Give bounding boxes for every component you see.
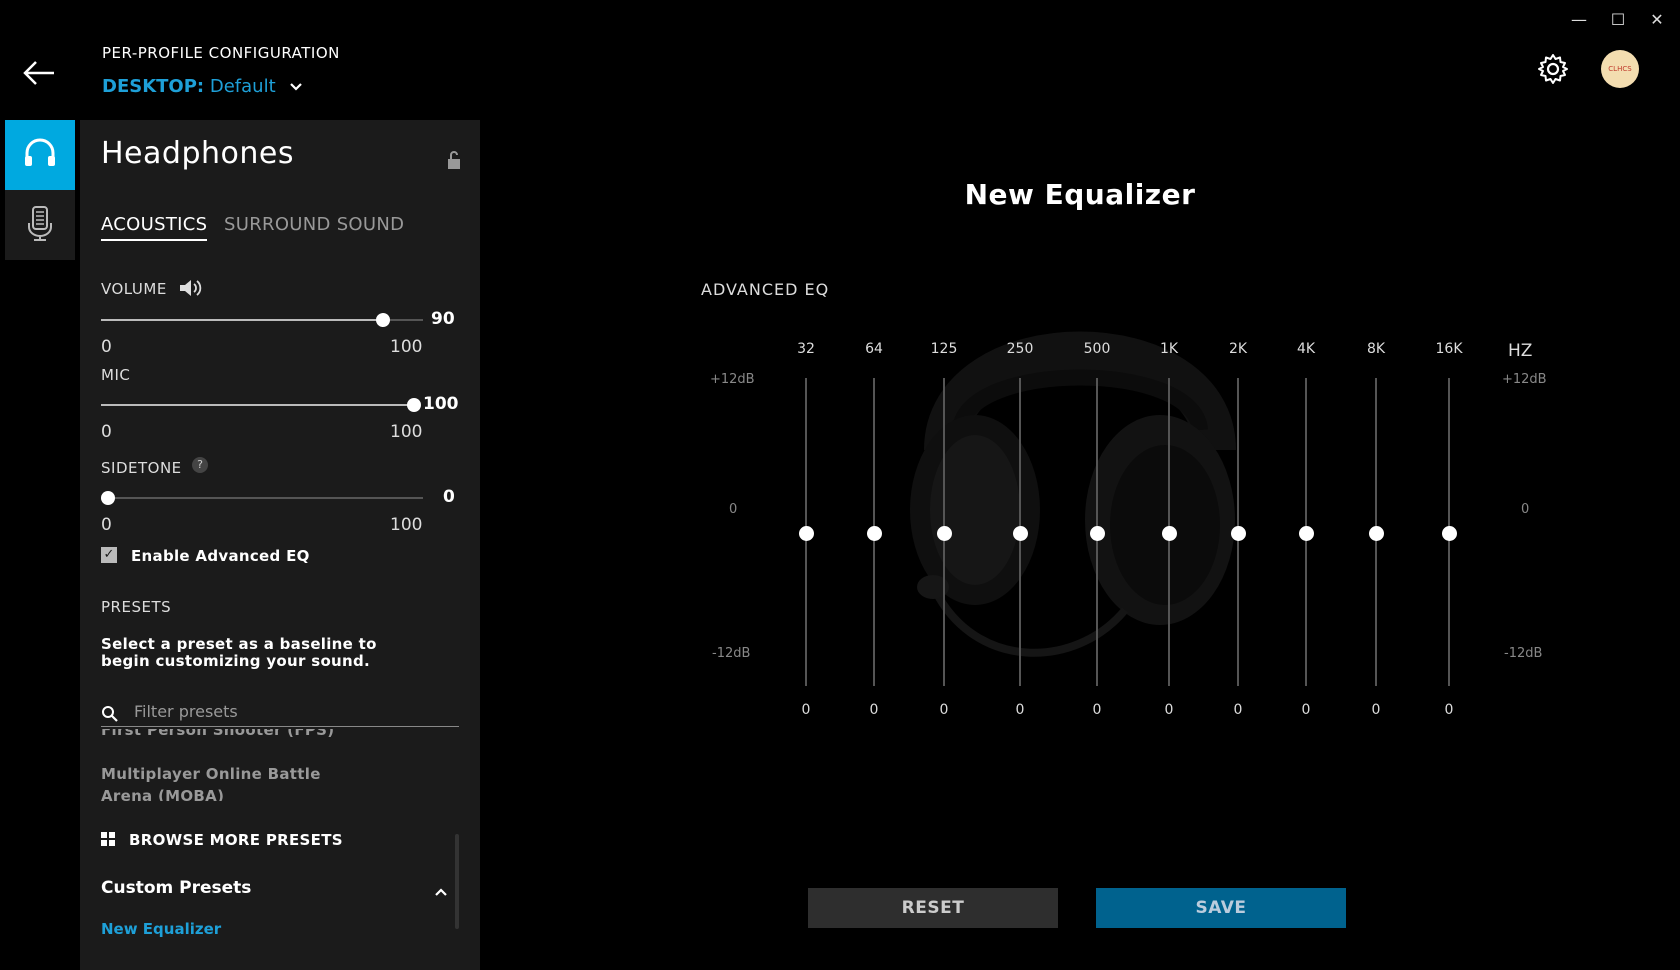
eq-freq-label: 2K <box>1228 341 1248 357</box>
headset-image <box>905 250 1255 700</box>
eq-band-value: 0 <box>1444 702 1454 718</box>
eq-band-value: 0 <box>1301 702 1311 718</box>
advanced-eq-label: Enable Advanced EQ <box>131 547 310 565</box>
minimize-button[interactable]: — <box>1567 8 1591 32</box>
browse-more-presets-label: BROWSE MORE PRESETS <box>129 831 343 849</box>
eq-band-thumb[interactable] <box>1230 525 1246 541</box>
eq-band-thumb[interactable] <box>798 525 814 541</box>
eq-band-thumb[interactable] <box>1161 525 1177 541</box>
volume-value: 90 <box>431 309 455 329</box>
eq-band-thumb[interactable] <box>1012 525 1028 541</box>
custom-presets-header[interactable]: Custom Presets <box>101 878 251 898</box>
close-button[interactable]: ✕ <box>1645 8 1669 32</box>
profile-prefix: DESKTOP: <box>102 76 205 97</box>
chevron-down-icon <box>289 76 303 97</box>
panel-scrollbar[interactable] <box>455 834 459 929</box>
eq-band-value: 0 <box>801 702 811 718</box>
volume-label: VOLUME <box>101 280 167 298</box>
advanced-eq-label: ADVANCED EQ <box>701 280 830 299</box>
speaker-icon[interactable] <box>178 277 204 303</box>
db-bottom-left: -12dB <box>712 646 751 661</box>
rail-headphones-button[interactable] <box>5 120 75 190</box>
preset-item[interactable]: First Person Shooter (FPS) <box>101 729 334 739</box>
eq-freq-label: 4K <box>1296 341 1316 357</box>
profile-selector[interactable]: DESKTOP: Default <box>102 76 303 97</box>
eq-band-value: 0 <box>1092 702 1102 718</box>
eq-band-thumb[interactable] <box>936 525 952 541</box>
page-title: PER-PROFILE CONFIGURATION <box>102 44 340 62</box>
lock-icon[interactable] <box>446 150 462 170</box>
eq-freq-label: 125 <box>930 341 958 357</box>
hz-label: HZ <box>1508 341 1533 361</box>
eq-band-value: 0 <box>1015 702 1025 718</box>
save-button[interactable]: SAVE <box>1096 888 1346 928</box>
advanced-eq-checkbox[interactable]: ✓ <box>101 547 117 563</box>
browse-more-presets-button[interactable]: BROWSE MORE PRESETS <box>101 831 343 850</box>
eq-band-thumb[interactable] <box>1089 525 1105 541</box>
microphone-icon <box>25 205 55 245</box>
volume-slider-thumb[interactable] <box>376 313 390 327</box>
chevron-up-icon[interactable] <box>434 882 448 901</box>
filter-presets-field[interactable]: Filter presets <box>101 700 459 727</box>
mic-max: 100 <box>390 422 423 442</box>
headphones-icon <box>23 137 57 173</box>
rail-microphone-button[interactable] <box>5 190 75 260</box>
avatar[interactable]: CLHCS <box>1601 50 1639 88</box>
db-mid-left: 0 <box>729 502 738 517</box>
presets-description: Select a preset as a baseline to begin c… <box>101 635 377 670</box>
eq-band-value: 0 <box>1164 702 1174 718</box>
eq-band-thumb[interactable] <box>866 525 882 541</box>
eq-band-value: 0 <box>1233 702 1243 718</box>
eq-freq-label: 500 <box>1083 341 1111 357</box>
mic-label: MIC <box>101 366 131 384</box>
mic-slider-fill <box>101 404 414 406</box>
eq-band-value: 0 <box>1371 702 1381 718</box>
eq-band-thumb[interactable] <box>1368 525 1384 541</box>
eq-freq-label: 64 <box>865 341 883 357</box>
db-bottom-right: -12dB <box>1504 646 1543 661</box>
sidetone-slider-track[interactable] <box>101 497 423 499</box>
custom-preset-item[interactable]: New Equalizer <box>101 920 221 938</box>
eq-freq-label: 250 <box>1006 341 1034 357</box>
eq-band-thumb[interactable] <box>1298 525 1314 541</box>
grid-icon <box>101 831 115 850</box>
eq-freq-label: 16K <box>1435 341 1463 357</box>
filter-presets-input[interactable]: Filter presets <box>134 702 238 721</box>
db-mid-right: 0 <box>1521 502 1530 517</box>
mic-value: 100 <box>423 394 459 414</box>
help-icon[interactable]: ? <box>192 457 208 473</box>
sidetone-slider-thumb[interactable] <box>101 491 115 505</box>
presets-label: PRESETS <box>101 598 172 616</box>
volume-max: 100 <box>390 337 423 357</box>
equalizer-title: New Equalizer <box>964 178 1196 211</box>
db-top-right: +12dB <box>1502 372 1547 387</box>
eq-freq-label: 1K <box>1159 341 1179 357</box>
eq-freq-label: 8K <box>1366 341 1386 357</box>
preset-item[interactable]: Multiplayer Online Battle Arena (MOBA) <box>101 763 321 801</box>
volume-min: 0 <box>101 337 112 357</box>
back-arrow-icon[interactable] <box>22 58 56 88</box>
preset-list: First Person Shooter (FPS) Multiplayer O… <box>80 729 480 801</box>
reset-button[interactable]: RESET <box>808 888 1058 928</box>
mic-min: 0 <box>101 422 112 442</box>
sidetone-label: SIDETONE <box>101 459 182 477</box>
maximize-button[interactable]: ☐ <box>1606 8 1630 32</box>
search-icon <box>101 705 119 727</box>
tab-surround-sound[interactable]: SURROUND SOUND <box>224 214 404 235</box>
db-top-left: +12dB <box>710 372 755 387</box>
sidetone-max: 100 <box>390 515 423 535</box>
profile-name: Default <box>209 76 276 97</box>
sidetone-value: 0 <box>443 487 455 507</box>
mic-slider-thumb[interactable] <box>407 398 421 412</box>
sidetone-min: 0 <box>101 515 112 535</box>
eq-band-thumb[interactable] <box>1441 525 1457 541</box>
gear-icon[interactable] <box>1536 52 1570 86</box>
tab-acoustics[interactable]: ACOUSTICS <box>101 214 208 241</box>
volume-slider-fill <box>101 319 381 321</box>
eq-freq-label: 32 <box>797 341 815 357</box>
panel-title: Headphones <box>101 136 294 171</box>
eq-band-value: 0 <box>939 702 949 718</box>
eq-band-value: 0 <box>869 702 879 718</box>
